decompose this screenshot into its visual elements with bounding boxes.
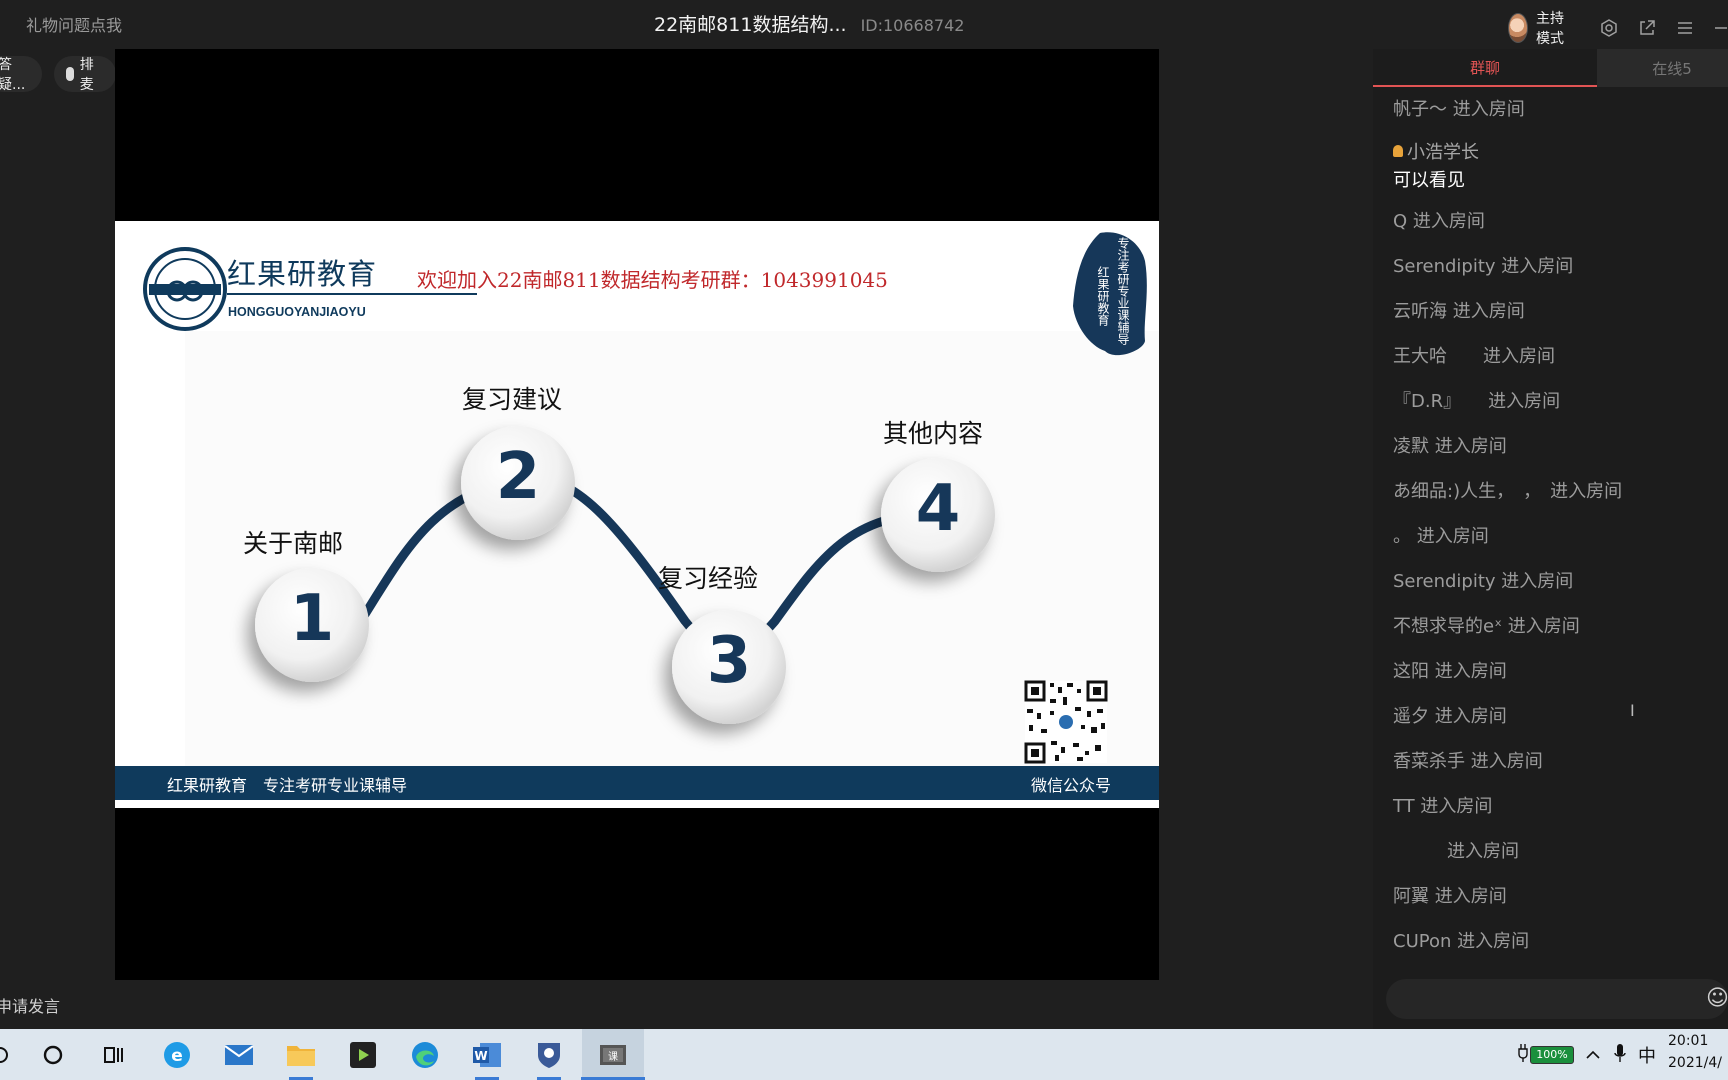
chat-input[interactable] (1386, 979, 1728, 1019)
list-item: 帆子～ 进入房间 (1393, 99, 1525, 120)
search-icon[interactable] (35, 1037, 71, 1073)
list-item: Q 进入房间 (1393, 211, 1485, 232)
system-tray: 100% 中 (1518, 1029, 1656, 1080)
mic-queue-pill[interactable]: 排麦 (54, 56, 116, 93)
mic-queue-label: 排麦 (79, 57, 94, 93)
list-item: 阿翼 进入房间 (1393, 886, 1507, 907)
taskbar (0, 1029, 1728, 1080)
list-item: 不想求导的eˣ 进入房间 (1393, 616, 1580, 637)
step-number-4: 4 (915, 472, 961, 546)
slide-footer-banner: 红果研教育 专注考研专业课辅导 微信公众号 (115, 766, 1159, 800)
top-bar: 礼物问题点我 22南邮811数据结构... ID:10668742 主持模式 (0, 0, 1728, 48)
seal-text-1: 专注考研专业课辅导 (1116, 237, 1130, 345)
apply-speak-button[interactable]: 申请发言 (0, 993, 60, 1017)
host-badge-icon (1393, 145, 1403, 157)
list-item: 进入房间 (1393, 841, 1519, 862)
qa-pill-label: 答疑... (0, 57, 26, 93)
text-cursor-icon: I (1630, 701, 1635, 720)
step-label-3: 复习经验 (658, 564, 759, 593)
list-item: 这阳 进入房间 (1393, 661, 1507, 682)
microphone-tray-icon[interactable] (1614, 1043, 1626, 1067)
step-number-1: 1 (289, 582, 335, 656)
clock-time: 20:01 (1668, 1033, 1709, 1049)
welcome-text: 欢迎加入22南邮811数据结构考研群：1043991045 (417, 268, 888, 292)
step-label-2: 复习建议 (462, 385, 563, 414)
logo-text: 红果研教育 (227, 257, 378, 291)
banner-slogan: 红果研教育 专注考研专业课辅导 (167, 776, 408, 795)
list-item: TT 进入房间 (1393, 796, 1493, 817)
list-item: CUPon 进入房间 (1393, 931, 1530, 952)
list-item: 香菜杀手 进入房间 (1393, 751, 1543, 772)
battery-indicator[interactable]: 100% (1530, 1045, 1574, 1064)
list-item: 云听海 进入房间 (1393, 301, 1525, 322)
ime-indicator[interactable]: 中 (1638, 1042, 1656, 1068)
list-item: 。 进入房间 (1393, 526, 1489, 547)
tray-chevron-icon[interactable] (1586, 1045, 1600, 1064)
edge-icon[interactable] (407, 1037, 443, 1073)
qr-code (1024, 680, 1108, 764)
qa-pill[interactable]: 答疑... (0, 56, 42, 93)
room-title: 22南邮811数据结构... (654, 14, 847, 36)
message-sender: 小浩学长 (1393, 138, 1479, 164)
svg-text:e: e (171, 1046, 183, 1066)
clock[interactable]: 20:01 2021/4/ (1668, 1030, 1728, 1074)
classroom-app-icon[interactable]: 课 (581, 1037, 645, 1080)
browser-e-icon[interactable]: e (159, 1037, 195, 1073)
step-number-2: 2 (495, 440, 541, 514)
step-label-4: 其他内容 (883, 419, 984, 448)
list-item: Serendipity 进入房间 (1393, 256, 1574, 277)
logo-english: HONGGUOYANJIAOYU (228, 305, 366, 319)
list-item: 『D.R』 进入房间 (1393, 391, 1561, 412)
minimize-icon[interactable] (1714, 18, 1728, 38)
presentation-slide: 红果研教育 HONGGUOYANJIAOYU 欢迎加入22南邮811数据结构考研… (115, 221, 1159, 808)
gift-question-link[interactable]: 礼物问题点我 (26, 12, 122, 36)
media-player-icon[interactable] (345, 1037, 381, 1073)
svg-text:课: 课 (608, 1051, 618, 1063)
step-label-1: 关于南邮 (243, 529, 344, 558)
room-id: ID:10668742 (860, 16, 965, 35)
list-item: 凌默 进入房间 (1393, 436, 1507, 457)
banner-wechat: 微信公众号 (1030, 776, 1111, 795)
list-item: 遥夕 进入房间 (1393, 706, 1507, 727)
start-icon[interactable] (0, 1037, 18, 1073)
svg-text:W: W (474, 1049, 487, 1063)
menu-icon[interactable] (1676, 18, 1694, 38)
clock-date: 2021/4/ (1668, 1055, 1722, 1071)
emoji-icon[interactable]: ☺ (1706, 986, 1728, 1011)
room-title-area: 22南邮811数据结构... ID:10668742 (654, 10, 964, 37)
folder-icon[interactable] (283, 1037, 319, 1080)
chat-panel: 群聊 在线5 帆子～ 进入房间 小浩学长 可以看见 Q 进入房间 Serendi… (1373, 49, 1728, 1029)
tab-group-chat[interactable]: 群聊 (1373, 49, 1597, 87)
settings-icon[interactable] (1600, 18, 1618, 38)
seal-text-2: 红果研教育 (1096, 266, 1110, 326)
step-number-3: 3 (706, 624, 752, 698)
avatar[interactable] (1508, 13, 1528, 43)
plug-icon (1518, 1043, 1528, 1067)
share-icon[interactable] (1638, 18, 1656, 38)
university-app-icon[interactable] (531, 1037, 567, 1080)
microphone-icon (66, 67, 74, 81)
message-text: 可以看见 (1393, 170, 1465, 191)
chat-tabs: 群聊 在线5 (1373, 49, 1728, 87)
host-area: 主持模式 (1508, 8, 1728, 48)
list-item: 王大哈 进入房间 (1393, 346, 1555, 367)
list-item: Serendipity 进入房间 (1393, 571, 1574, 592)
host-mode-label[interactable]: 主持模式 (1536, 8, 1572, 48)
tab-online[interactable]: 在线5 (1597, 49, 1728, 87)
sender-name: 小浩学长 (1407, 142, 1479, 163)
mail-icon[interactable] (221, 1037, 257, 1073)
task-view-icon[interactable] (96, 1037, 132, 1073)
list-item: あ细品:)人生， ， 进入房间 (1393, 481, 1623, 502)
word-icon[interactable]: W (469, 1037, 505, 1080)
